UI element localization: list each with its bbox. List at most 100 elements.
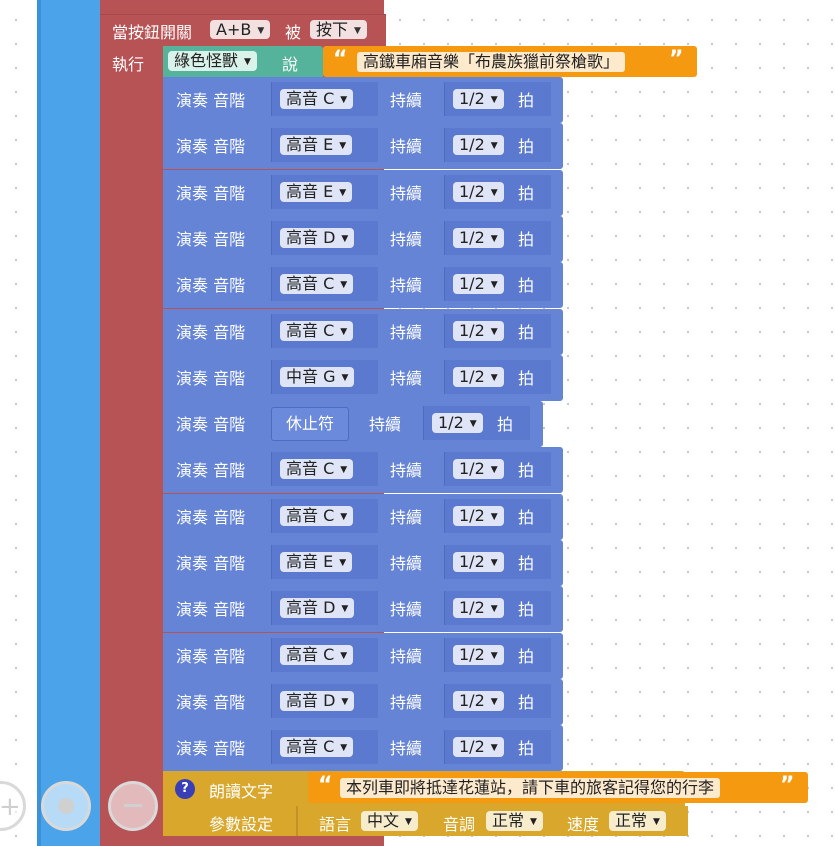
duration-label: 持續 [390, 369, 423, 388]
pitch-dropdown[interactable]: 高音 C ▼ [280, 645, 354, 665]
duration-value: 1/2 [459, 459, 485, 478]
duration-dropdown[interactable]: 1/2 ▼ [453, 274, 504, 294]
quote-close-icon: ” [780, 773, 795, 798]
play-note-label: 演奏 音階 [176, 230, 246, 249]
monster-select-dropdown[interactable]: 綠色怪獸 ▼ [168, 51, 257, 71]
button-select-dropdown[interactable]: A+B ▼ [210, 20, 271, 39]
duration-dropdown[interactable]: 1/2 ▼ [432, 413, 483, 433]
duration-value: 1/2 [459, 228, 485, 247]
pitch-dropdown[interactable]: 高音 E ▼ [280, 135, 353, 155]
dropdown-arrow-icon: ▼ [490, 141, 498, 151]
zoom-reset-button[interactable] [41, 781, 91, 831]
play-note-label: 演奏 音階 [176, 276, 246, 295]
dropdown-arrow-icon: ▼ [341, 697, 349, 707]
beat-label: 拍 [518, 137, 535, 156]
pitch-dropdown[interactable]: 高音 C ▼ [280, 89, 354, 109]
dropdown-arrow-icon: ▼ [340, 743, 348, 753]
beat-label: 拍 [518, 554, 535, 573]
dropdown-arrow-icon: ▼ [530, 817, 537, 827]
pitch-value: 高音 C [286, 645, 335, 664]
duration-dropdown[interactable]: 1/2 ▼ [453, 506, 504, 526]
dropdown-arrow-icon: ▼ [490, 188, 498, 198]
duration-dropdown[interactable]: 1/2 ▼ [453, 135, 504, 155]
play-note-label: 演奏 音階 [176, 647, 246, 666]
speak-text-block[interactable]: “ 本列車即將抵達花蓮站，請下車的旅客記得您的行李 ” [308, 772, 808, 803]
dropdown-arrow-icon: ▼ [490, 465, 498, 475]
say-text-value[interactable]: 高鐵車廂音樂「布農族獵前祭槍歌」 [357, 52, 626, 72]
language-label: 語言 [319, 815, 352, 834]
speed-dropdown[interactable]: 正常 ▼ [609, 811, 666, 831]
play-note-label: 演奏 音階 [176, 415, 246, 434]
say-text-block[interactable]: “ 高鐵車廂音樂「布農族獵前祭槍歌」 ” [323, 46, 697, 77]
duration-dropdown[interactable]: 1/2 ▼ [453, 182, 504, 202]
dropdown-arrow-icon: ▼ [340, 465, 348, 475]
dropdown-arrow-icon: ▼ [257, 26, 265, 36]
duration-dropdown[interactable]: 1/2 ▼ [453, 737, 504, 757]
duration-value: 1/2 [459, 691, 485, 710]
pitch-dropdown[interactable]: 高音 C ▼ [280, 737, 354, 757]
duration-dropdown[interactable]: 1/2 ▼ [453, 691, 504, 711]
pitch-dropdown[interactable]: 高音 C ▼ [280, 321, 354, 341]
dropdown-arrow-icon: ▼ [341, 373, 349, 383]
target-icon [58, 798, 74, 814]
play-note-label: 演奏 音階 [176, 184, 246, 203]
duration-value: 1/2 [438, 413, 464, 432]
quote-open-icon: “ [318, 773, 333, 798]
duration-value: 1/2 [459, 274, 485, 293]
pitch-value: 高音 C [286, 506, 335, 525]
beat-label: 拍 [518, 369, 535, 388]
dropdown-arrow-icon: ▼ [490, 651, 498, 661]
pitch-dropdown[interactable]: 中音 G ▼ [280, 367, 355, 387]
pitch-dropdown[interactable]: 高音 D ▼ [280, 691, 355, 711]
pitch-dropdown[interactable]: 高音 D ▼ [280, 228, 355, 248]
help-icon[interactable]: ? [175, 779, 195, 799]
duration-dropdown[interactable]: 1/2 ▼ [453, 645, 504, 665]
duration-label: 持續 [390, 91, 423, 110]
dropdown-arrow-icon: ▼ [490, 373, 498, 383]
play-note-label: 演奏 音階 [176, 91, 246, 110]
play-note-label: 演奏 音階 [176, 369, 246, 388]
duration-label: 持續 [390, 508, 423, 527]
duration-value: 1/2 [459, 182, 485, 201]
beat-label: 拍 [518, 600, 535, 619]
pitch-dropdown[interactable]: 高音 D ▼ [280, 598, 355, 618]
language-dropdown[interactable]: 中文 ▼ [361, 811, 418, 831]
duration-dropdown[interactable]: 1/2 ▼ [453, 228, 504, 248]
beat-label: 拍 [518, 230, 535, 249]
beat-label: 拍 [518, 461, 535, 480]
dropdown-arrow-icon: ▼ [490, 743, 498, 753]
duration-dropdown[interactable]: 1/2 ▼ [453, 598, 504, 618]
outer-loop-block[interactable] [37, 0, 100, 846]
dropdown-arrow-icon: ▼ [490, 95, 498, 105]
beat-label: 拍 [497, 415, 514, 434]
duration-label: 持續 [390, 230, 423, 249]
speak-text-value[interactable]: 本列車即將抵達花蓮站，請下車的旅客記得您的行李 [340, 778, 721, 798]
pitch-dropdown[interactable]: 高音 E ▼ [280, 552, 353, 572]
plus-icon: + [0, 792, 21, 822]
pitch-dropdown[interactable]: 高音 C ▼ [280, 506, 354, 526]
duration-label: 持續 [390, 600, 423, 619]
dropdown-arrow-icon: ▼ [340, 651, 348, 661]
duration-label: 持續 [390, 184, 423, 203]
duration-dropdown[interactable]: 1/2 ▼ [453, 89, 504, 109]
pitch-dropdown[interactable]: 高音 C ▼ [280, 459, 354, 479]
dropdown-arrow-icon: ▼ [340, 512, 348, 522]
duration-dropdown[interactable]: 1/2 ▼ [453, 552, 504, 572]
button-action-dropdown[interactable]: 按下 ▼ [310, 20, 367, 39]
dropdown-arrow-icon: ▼ [341, 234, 349, 244]
rest-value[interactable]: 休止符 [271, 407, 350, 441]
duration-dropdown[interactable]: 1/2 ▼ [453, 321, 504, 341]
play-note-label: 演奏 音階 [176, 693, 246, 712]
duration-dropdown[interactable]: 1/2 ▼ [453, 459, 504, 479]
pitch-dropdown[interactable]: 高音 C ▼ [280, 274, 354, 294]
dropdown-arrow-icon: ▼ [340, 280, 348, 290]
zoom-in-button[interactable]: + [0, 781, 26, 831]
duration-dropdown[interactable]: 1/2 ▼ [453, 367, 504, 387]
pitch-dropdown[interactable]: 高音 E ▼ [280, 182, 353, 202]
tone-dropdown[interactable]: 正常 ▼ [486, 811, 543, 831]
dropdown-arrow-icon: ▼ [469, 419, 477, 429]
duration-label: 持續 [390, 693, 423, 712]
do-label: 執行 [112, 55, 145, 74]
zoom-out-button[interactable] [108, 781, 158, 831]
duration-label: 持續 [390, 739, 423, 758]
